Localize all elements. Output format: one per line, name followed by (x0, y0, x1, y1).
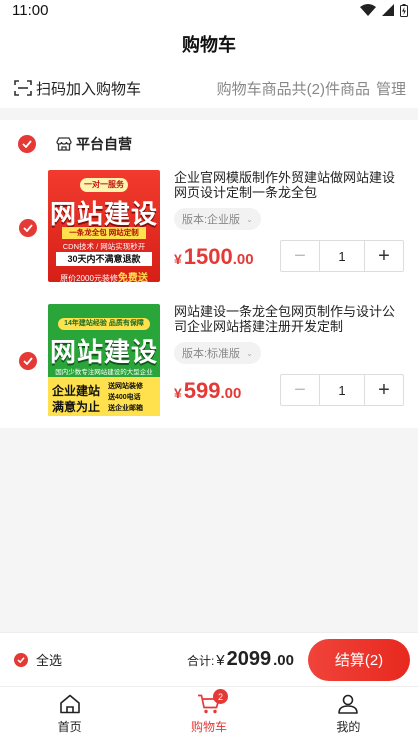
price-decimal: .00 (220, 385, 242, 402)
store-icon (56, 137, 72, 151)
total-symbol: ¥ (216, 652, 225, 669)
scan-add-button[interactable]: 扫码加入购物车 (14, 78, 141, 99)
check-icon (23, 224, 33, 232)
status-time: 11:00 (12, 1, 49, 19)
home-icon (59, 694, 80, 713)
quantity-value[interactable]: 1 (319, 375, 365, 405)
checkout-button[interactable]: 结算(2) (308, 638, 410, 681)
page-header: 购物车 (0, 20, 418, 68)
signal-icon (382, 4, 394, 16)
cart-badge: 2 (212, 689, 228, 704)
product-image[interactable]: 14年建站经验 品质有保障 网站建设 国内少数专注网站建设的大型企业 企业建站 … (48, 304, 160, 416)
price-integer: 599 (183, 378, 221, 403)
price-symbol: ¥ (174, 251, 182, 267)
page-title: 购物车 (182, 35, 236, 55)
thumb-headline: 网站建设 (49, 337, 158, 367)
increment-button[interactable]: + (365, 375, 403, 405)
item-checkbox[interactable] (19, 352, 37, 370)
thumb-footer-prefix: 原价2000元装修 (60, 274, 118, 282)
tab-home[interactable]: 首页 (0, 687, 139, 741)
thumb-bullet: 送企业邮箱 (108, 405, 143, 412)
cart-item: 14年建站经验 品质有保障 网站建设 国内少数专注网站建设的大型企业 企业建站 … (0, 302, 418, 420)
price-symbol: ¥ (174, 385, 182, 401)
check-icon (23, 357, 33, 365)
thumb-footer-highlight: 免费送 (117, 273, 148, 282)
thumb-left-text-1: 企业建站 (52, 384, 101, 398)
select-all-checkbox[interactable]: 全选 (14, 650, 62, 669)
shop-checkbox[interactable] (18, 135, 36, 153)
status-icons (360, 3, 408, 17)
cart-item: 一对一服务 网站建设 一条龙全包 网站定制 CDN技术 / 网站实现秒开 30天… (0, 168, 418, 286)
thumb-bullet: 送网站装修 (108, 383, 143, 390)
quantity-stepper: − 1 + (280, 240, 404, 272)
total-price: 合计: ¥ 2099 .00 (187, 648, 294, 671)
quantity-stepper: − 1 + (280, 374, 404, 406)
item-title[interactable]: 网站建设一条龙全包网页制作与设计公司企业网站搭建注册开发定制 (174, 304, 406, 334)
quantity-value[interactable]: 1 (319, 241, 365, 271)
thumb-bottom-panel: 企业建站 满意为止 送网站装修 送400电话 送企业邮箱 (48, 377, 160, 416)
cart-count-text: 购物车商品共(2)件商品 (216, 80, 370, 98)
wifi-icon (360, 4, 376, 16)
price-decimal: .00 (232, 251, 254, 268)
battery-icon (400, 3, 408, 17)
checkout-bar: 全选 合计: ¥ 2099 .00 结算(2) (0, 632, 418, 686)
check-icon (17, 656, 25, 663)
item-price: ¥ 599 .00 (174, 378, 241, 404)
shop-row: 平台自营 (18, 134, 132, 154)
item-title[interactable]: 企业官网模版制作外贸建站做网站建设网页设计定制一条龙全包 (174, 170, 406, 200)
status-bar: 11:00 (0, 0, 418, 20)
price-integer: 1500 (183, 244, 233, 269)
cart-toolbar: 扫码加入购物车 购物车商品共(2)件商品 管理 (0, 68, 418, 108)
item-price: ¥ 1500 .00 (174, 244, 254, 270)
thumb-subline: 国内少数专注网站建设的大型企业 (55, 369, 153, 376)
item-spec-label: 版本:企业版 (182, 214, 241, 226)
check-icon (22, 140, 32, 148)
thumb-bullet: 送400电话 (108, 394, 141, 401)
manage-button[interactable]: 管理 (376, 78, 406, 99)
thumb-banner: 30天内不满意退款 (56, 252, 152, 266)
decrement-button[interactable]: − (281, 375, 319, 405)
select-all-label: 全选 (36, 653, 63, 668)
item-spec[interactable]: 版本:企业版 ⌄ (174, 208, 261, 230)
total-prefix: 合计: (186, 654, 215, 668)
cart-summary: 购物车商品共(2)件商品 管理 (217, 78, 406, 99)
chevron-down-icon: ⌄ (246, 214, 253, 224)
thumb-headline: 网站建设 (49, 199, 158, 229)
bottom-tab-bar: 首页 2 购物车 我的 (0, 686, 418, 741)
tab-label: 购物车 (190, 719, 227, 734)
user-icon (338, 694, 359, 714)
thumb-line1: 一条龙全包 网站定制 (62, 227, 146, 239)
thumb-top-tag: 一对一服务 (80, 178, 128, 192)
tab-label: 我的 (336, 719, 361, 734)
total-integer: 2099 (226, 648, 272, 670)
cart-card: 平台自营 一对一服务 网站建设 一条龙全包 网站定制 CDN技术 / 网站实现秒… (0, 120, 418, 428)
tab-cart[interactable]: 2 购物车 (139, 687, 278, 741)
select-all-check (14, 652, 28, 667)
increment-button[interactable]: + (365, 241, 403, 271)
total-decimal: .00 (273, 652, 294, 669)
shop-name[interactable]: 平台自营 (56, 134, 132, 154)
decrement-button[interactable]: − (281, 241, 319, 271)
thumb-line2: CDN技术 / 网站实现秒开 (62, 242, 146, 251)
scan-icon (14, 80, 32, 96)
item-spec-label: 版本:标准版 (182, 348, 241, 360)
tab-label: 首页 (57, 719, 82, 734)
shop-name-label: 平台自营 (76, 136, 132, 152)
product-image[interactable]: 一对一服务 网站建设 一条龙全包 网站定制 CDN技术 / 网站实现秒开 30天… (48, 170, 160, 282)
item-spec[interactable]: 版本:标准版 ⌄ (174, 342, 261, 364)
thumb-top-tag: 14年建站经验 品质有保障 (58, 318, 150, 330)
item-checkbox[interactable] (19, 219, 37, 237)
thumb-left-text-2: 满意为止 (52, 400, 101, 414)
thumb-footer: 原价2000元装修免费送 (48, 269, 160, 282)
tab-profile[interactable]: 我的 (279, 687, 418, 741)
scan-label: 扫码加入购物车 (36, 80, 142, 98)
chevron-down-icon: ⌄ (246, 348, 253, 358)
